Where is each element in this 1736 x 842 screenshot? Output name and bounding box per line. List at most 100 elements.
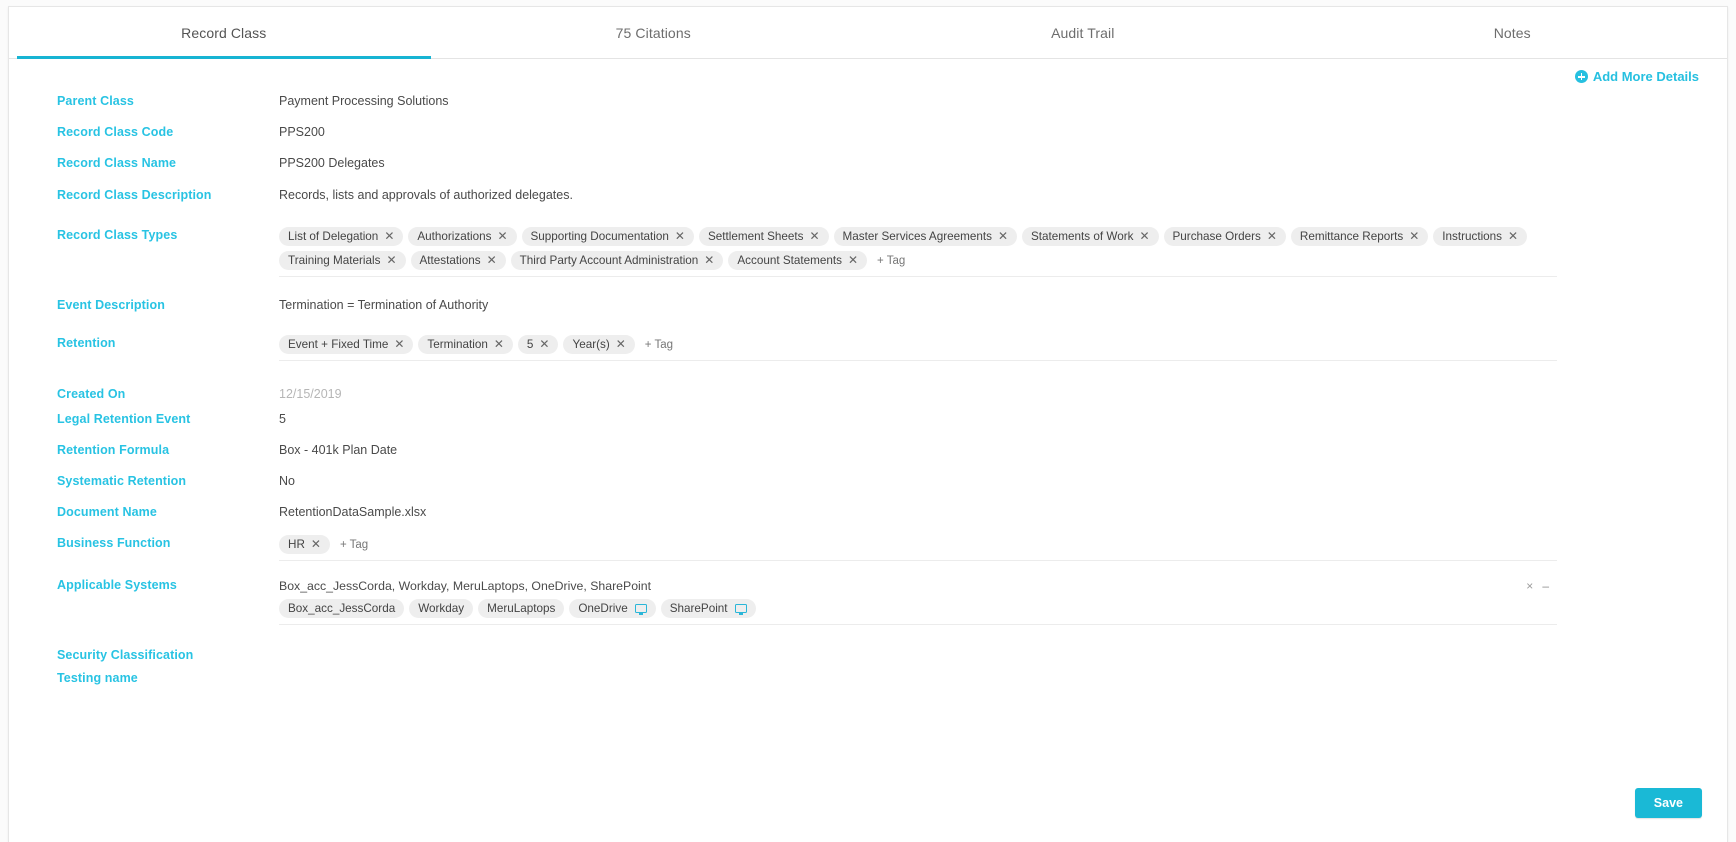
value-document-name[interactable]: RetentionDataSample.xlsx (279, 502, 1727, 520)
value-record-class-types: List of Delegation ✕ Authorizations ✕ Suppor… (279, 225, 1557, 277)
record-class-types-tag[interactable]: Master Services Agreements ✕ (833, 227, 1018, 246)
business-function-add-tag-button[interactable]: + Tag (340, 537, 368, 553)
label-record-class-types: Record Class Types (57, 228, 178, 242)
applicable-system-chip[interactable]: SharePoint (660, 599, 756, 618)
record-class-types-tag[interactable]: Account Statements ✕ (728, 251, 868, 270)
value-record-class-code[interactable]: PPS200 (279, 122, 1727, 140)
value-created-on[interactable]: 12/15/2019 (279, 384, 1727, 402)
field-row-created-on: Created On 12/15/2019 (9, 375, 1727, 409)
save-button[interactable]: Save (1634, 788, 1702, 818)
record-class-types-tag[interactable]: Statements of Work ✕ (1022, 227, 1159, 246)
record-class-types-tag[interactable]: Supporting Documentation ✕ (521, 227, 694, 246)
remove-tag-icon[interactable]: ✕ (384, 230, 394, 242)
record-class-types-tag[interactable]: Instructions ✕ (1433, 227, 1528, 246)
value-systematic-retention[interactable]: No (279, 471, 1727, 489)
retention-tag[interactable]: 5 ✕ (517, 335, 559, 354)
remove-tag-icon[interactable]: ✕ (848, 254, 858, 266)
add-more-details-row: Add More Details (9, 59, 1727, 91)
remove-tag-icon[interactable]: ✕ (675, 230, 685, 242)
record-class-types-tag-label: Authorizations (417, 230, 492, 243)
add-more-details-button[interactable]: Add More Details (1574, 69, 1699, 84)
applicable-system-chip-label: MeruLaptops (487, 602, 556, 615)
record-class-types-tag-label: Training Materials (288, 254, 381, 267)
monitor-icon (734, 604, 747, 615)
value-record-class-name[interactable]: PPS200 Delegates (279, 153, 1727, 171)
remove-tag-icon[interactable]: ✕ (311, 538, 321, 550)
record-class-types-tag-label: Third Party Account Administration (519, 254, 699, 267)
applicable-system-chip[interactable]: Box_acc_JessCorda (279, 599, 405, 618)
applicable-system-chip[interactable]: Workday (409, 599, 474, 618)
field-row-systematic-retention: Systematic Retention No (9, 471, 1727, 502)
tab-audit-trail[interactable]: Audit Trail (868, 7, 1298, 58)
remove-tag-icon[interactable]: ✕ (1267, 230, 1277, 242)
value-event-description[interactable]: Termination = Termination of Authority (279, 295, 1727, 313)
tab-record-class[interactable]: Record Class (9, 7, 439, 59)
remove-tag-icon[interactable]: ✕ (1409, 230, 1419, 242)
record-class-types-tag-label: Settlement Sheets (707, 230, 804, 243)
record-class-types-tag[interactable]: Settlement Sheets ✕ (698, 227, 829, 246)
record-class-types-tag[interactable]: Third Party Account Administration ✕ (510, 251, 724, 270)
applicable-system-chip[interactable]: OneDrive (569, 599, 656, 618)
field-row-record-class-types: Record Class Types List of Delegation ✕ Au… (9, 225, 1727, 287)
remove-tag-icon[interactable]: ✕ (539, 338, 549, 350)
tag-list-business-function: HR ✕ + Tag (279, 533, 1557, 560)
value-parent-class[interactable]: Payment Processing Solutions (279, 91, 1727, 109)
field-row-retention: Retention Event + Fixed Time ✕ Termination… (9, 333, 1727, 375)
label-retention-formula: Retention Formula (57, 443, 170, 457)
chip-list-applicable-systems: Box_acc_JessCorda Workday MeruLaptops OneDr… (279, 594, 1557, 624)
retention-tag[interactable]: Year(s) ✕ (563, 335, 635, 354)
record-class-types-tag-label: Supporting Documentation (530, 230, 669, 243)
clear-icon[interactable]: × (1526, 579, 1533, 593)
label-business-function: Business Function (57, 536, 171, 550)
record-class-types-tag[interactable]: Purchase Orders ✕ (1163, 227, 1286, 246)
collapse-icon[interactable]: – (1542, 579, 1549, 593)
record-class-types-tag-label: Attestations (419, 254, 481, 267)
record-class-types-tag-label: Remittance Reports (1299, 230, 1404, 243)
remove-tag-icon[interactable]: ✕ (616, 338, 626, 350)
label-testing-name: Testing name (57, 671, 138, 685)
field-row-record-class-description: Record Class Description Records, lists … (9, 185, 1727, 225)
tab-notes[interactable]: Notes (1298, 7, 1728, 58)
value-record-class-description[interactable]: Records, lists and approvals of authoriz… (279, 185, 1727, 203)
remove-tag-icon[interactable]: ✕ (704, 254, 714, 266)
record-class-types-tag[interactable]: Remittance Reports ✕ (1290, 227, 1429, 246)
remove-tag-icon[interactable]: ✕ (494, 338, 504, 350)
label-retention: Retention (57, 336, 116, 350)
tab-audit-trail-label: Audit Trail (1051, 24, 1115, 41)
value-retention-formula[interactable]: Box - 401k Plan Date (279, 440, 1727, 458)
record-class-types-add-tag-button[interactable]: + Tag (877, 253, 905, 269)
applicable-systems-controls: × – (1526, 579, 1549, 593)
remove-tag-icon[interactable]: ✕ (1508, 230, 1518, 242)
remove-tag-icon[interactable]: ✕ (1139, 230, 1149, 242)
value-security-classification[interactable] (279, 645, 1727, 647)
record-class-types-tag[interactable]: Attestations ✕ (410, 251, 506, 270)
remove-tag-icon[interactable]: ✕ (998, 230, 1008, 242)
retention-tag[interactable]: Event + Fixed Time ✕ (279, 335, 414, 354)
remove-tag-icon[interactable]: ✕ (497, 230, 507, 242)
tab-citations-label: 75 Citations (615, 24, 691, 41)
tab-record-class-label: Record Class (181, 24, 267, 41)
field-row-applicable-systems: Applicable Systems Box_acc_JessCorda, Wo… (9, 575, 1727, 637)
remove-tag-icon[interactable]: ✕ (386, 254, 396, 266)
value-testing-name[interactable] (279, 668, 1727, 670)
remove-tag-icon[interactable]: ✕ (394, 338, 404, 350)
remove-tag-icon[interactable]: ✕ (809, 230, 819, 242)
record-class-types-tag[interactable]: Authorizations ✕ (408, 227, 517, 246)
business-function-tag[interactable]: HR ✕ (279, 535, 330, 554)
value-legal-retention-event[interactable]: 5 (279, 409, 1727, 427)
applicable-system-chip[interactable]: MeruLaptops (478, 599, 565, 618)
record-class-types-tag[interactable]: List of Delegation ✕ (279, 227, 404, 246)
retention-add-tag-button[interactable]: + Tag (645, 337, 673, 353)
label-record-class-code: Record Class Code (57, 125, 174, 139)
field-row-record-class-name: Record Class Name PPS200 Delegates (9, 153, 1727, 185)
value-retention: Event + Fixed Time ✕ Termination ✕ 5 ✕ Year(s)… (279, 333, 1557, 361)
remove-tag-icon[interactable]: ✕ (487, 254, 497, 266)
retention-tag-label: 5 (526, 338, 534, 351)
applicable-systems-summary[interactable]: Box_acc_JessCorda, Workday, MeruLaptops,… (279, 575, 1557, 594)
tab-citations[interactable]: 75 Citations (439, 7, 869, 58)
retention-tag[interactable]: Termination ✕ (418, 335, 513, 354)
applicable-system-chip-label: OneDrive (578, 602, 628, 615)
retention-tag-label: Year(s) (572, 338, 610, 351)
record-class-types-tag[interactable]: Training Materials ✕ (279, 251, 406, 270)
field-row-parent-class: Parent Class Payment Processing Solution… (9, 91, 1727, 122)
